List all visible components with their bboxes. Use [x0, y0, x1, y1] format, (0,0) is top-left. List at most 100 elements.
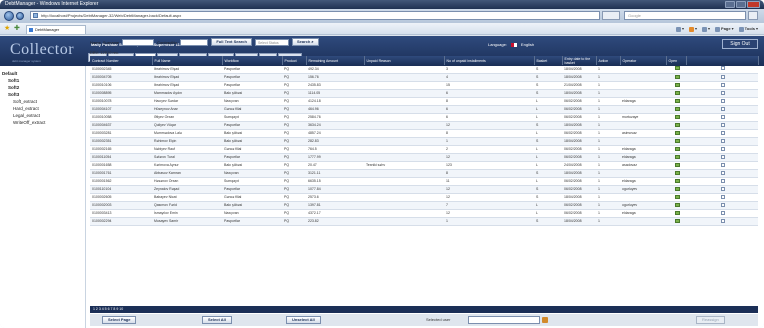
column-header[interactable]: Operator — [620, 56, 667, 65]
open-record-icon[interactable] — [674, 178, 680, 183]
open-record-icon[interactable] — [674, 186, 680, 191]
row-checkbox[interactable] — [721, 210, 725, 215]
browser-tab[interactable]: DebtManager — [26, 25, 86, 34]
add-favorite-icon[interactable]: ✚ — [14, 25, 21, 32]
row-checkbox[interactable] — [721, 178, 725, 183]
tree-item[interactable]: Soft1 — [2, 77, 45, 84]
table-row[interactable]: 0100110104 Zeynalov Rəşad Pasportlar PQ 1077… — [90, 185, 758, 194]
browser-search-input[interactable]: Google — [624, 11, 746, 20]
maximize-button[interactable] — [736, 1, 746, 8]
column-header[interactable]: Action — [596, 56, 621, 65]
name-input[interactable] — [122, 38, 155, 46]
selected-user-input[interactable] — [468, 316, 540, 324]
open-record-icon[interactable] — [674, 130, 680, 135]
open-record-icon[interactable] — [674, 154, 680, 159]
tree-item[interactable]: Legal_extract — [2, 112, 45, 119]
table-row[interactable]: 0100001761 Abbasov Kamran Naxçıvan PQ 3121.1… — [90, 169, 758, 178]
table-row[interactable]: 0100002165 Nəbiyev Rauf Gəncə filial PQ 764.… — [90, 145, 758, 154]
tools-menu[interactable]: Tools ▾ — [738, 26, 758, 32]
row-checkbox[interactable] — [721, 146, 725, 151]
open-record-icon[interactable] — [674, 82, 680, 87]
close-button[interactable] — [747, 1, 760, 8]
search-icon[interactable] — [748, 11, 758, 20]
table-row[interactable]: 0100001658 Kərimova Aynur Bakı şöbəsi PQ 20.… — [90, 161, 758, 170]
tree-item[interactable]: Soft_extract — [2, 98, 45, 105]
tree-item[interactable]: Default — [2, 70, 45, 77]
pager[interactable]: 1 2 3 4 5 6 7 8 9 10 — [90, 306, 758, 313]
forward-icon[interactable] — [16, 12, 24, 20]
table-row[interactable]: 0100003281 Məmmədova Lalə Bakı şöbəsi PQ 485… — [90, 129, 758, 138]
table-row[interactable]: 0100002605 Babayev Nicat Gəncə filial PQ 257… — [90, 193, 758, 202]
contract-input[interactable] — [180, 38, 209, 46]
unselect-all-button[interactable]: Unselect All — [286, 316, 321, 324]
tree-item[interactable]: Hard_extract — [2, 105, 45, 112]
open-record-icon[interactable] — [674, 114, 680, 119]
column-header[interactable]: Unpaid Reason — [364, 56, 445, 65]
open-record-icon[interactable] — [674, 98, 680, 103]
column-header[interactable]: No of unpaid installments — [444, 56, 535, 65]
row-checkbox[interactable] — [721, 82, 725, 87]
table-row[interactable]: 0100008895 Mammadov Aydın Bakı şöbəsi PQ 111… — [90, 89, 758, 98]
open-record-icon[interactable] — [674, 66, 680, 71]
select-all-button[interactable]: Select All — [202, 316, 232, 324]
favorites-star-icon[interactable]: ★ — [4, 25, 11, 32]
row-checkbox[interactable] — [721, 90, 725, 95]
table-row[interactable]: 0100004637 Quliyev Vüqar Pasportlar PQ 3634.… — [90, 121, 758, 130]
open-record-icon[interactable] — [674, 74, 680, 79]
table-row[interactable]: 0100003413 İsmayılov Emin Naxçıvan PQ 4372.1… — [90, 209, 758, 218]
user-picker-icon[interactable] — [542, 317, 548, 323]
column-header[interactable]: Product — [282, 56, 307, 65]
open-record-icon[interactable] — [674, 162, 680, 167]
back-icon[interactable] — [4, 11, 14, 21]
open-record-icon[interactable] — [674, 194, 680, 199]
row-checkbox[interactable] — [721, 162, 725, 167]
signout-button[interactable]: Sign Out — [722, 39, 758, 49]
open-record-icon[interactable] — [674, 106, 680, 111]
row-checkbox[interactable] — [721, 194, 725, 199]
home-icon[interactable]: ▾ — [675, 26, 684, 32]
table-row[interactable]: 0100010078 Hacıyev Sərdar Naxçıvan PQ 4124.1… — [90, 97, 758, 106]
open-record-icon[interactable] — [674, 122, 680, 127]
table-row[interactable]: 0100002345 Ibrahimov Elşad Pasportlar PQ 492… — [90, 65, 758, 74]
open-record-icon[interactable] — [674, 146, 680, 151]
select-page-button[interactable]: Select Page — [102, 316, 137, 324]
table-row[interactable]: 0100004705 Ibrahimov Elşad Pasportlar PQ 156… — [90, 73, 758, 82]
row-checkbox[interactable] — [721, 122, 725, 127]
row-checkbox[interactable] — [721, 186, 725, 191]
open-record-icon[interactable] — [674, 218, 680, 223]
open-record-icon[interactable] — [674, 210, 680, 215]
column-header[interactable] — [686, 56, 759, 65]
feeds-icon[interactable]: ▾ — [689, 26, 697, 32]
row-checkbox[interactable] — [721, 98, 725, 103]
table-row[interactable]: 0100010106 Ibrahimov Elşad Pasportlar PQ 243… — [90, 81, 758, 90]
row-checkbox[interactable] — [721, 170, 725, 175]
open-record-icon[interactable] — [674, 202, 680, 207]
table-row[interactable]: 0100001562 Həsənov Orxan Sumqayıt PQ 6635.15… — [90, 177, 758, 186]
language-selector[interactable]: Language: English — [488, 42, 534, 47]
minimize-button[interactable] — [725, 1, 735, 8]
open-record-icon[interactable] — [674, 138, 680, 143]
status-select[interactable]: Select Status — [254, 38, 289, 46]
search-button[interactable]: Search ⌕ — [291, 38, 319, 46]
table-row[interactable]: 0100011054 Səfərov Tural Pasportlar PQ 1777.… — [90, 153, 758, 162]
tree-item[interactable]: WriteOff_extract — [2, 119, 45, 126]
table-row[interactable]: 0100002003 Qasımov Fərid Bakı şöbəsi PQ 1397… — [90, 201, 758, 210]
column-header[interactable]: Workflow — [222, 56, 283, 65]
row-checkbox[interactable] — [721, 74, 725, 79]
column-header[interactable]: Open — [666, 56, 687, 65]
tree-item[interactable]: Soft3 — [2, 91, 45, 98]
row-checkbox[interactable] — [721, 202, 725, 207]
column-header[interactable]: Entry date to the basket — [562, 56, 597, 65]
row-checkbox[interactable] — [721, 106, 725, 111]
row-checkbox[interactable] — [721, 114, 725, 119]
table-row[interactable]: 0100002351 Rəhimov Elçin Bakı şöbəsi PQ 282.… — [90, 137, 758, 146]
tree-item[interactable]: Soft2 — [2, 84, 45, 91]
open-record-icon[interactable] — [674, 90, 680, 95]
row-checkbox[interactable] — [721, 218, 725, 223]
column-header[interactable]: Remaining Amount — [306, 56, 365, 65]
row-checkbox[interactable] — [721, 138, 725, 143]
column-header[interactable]: Full Name — [152, 56, 223, 65]
print-icon[interactable]: ▾ — [702, 26, 710, 32]
row-checkbox[interactable] — [721, 130, 725, 135]
table-row[interactable]: 0100002294 Musayev Samir Pasportlar PQ 223.8… — [90, 217, 758, 226]
